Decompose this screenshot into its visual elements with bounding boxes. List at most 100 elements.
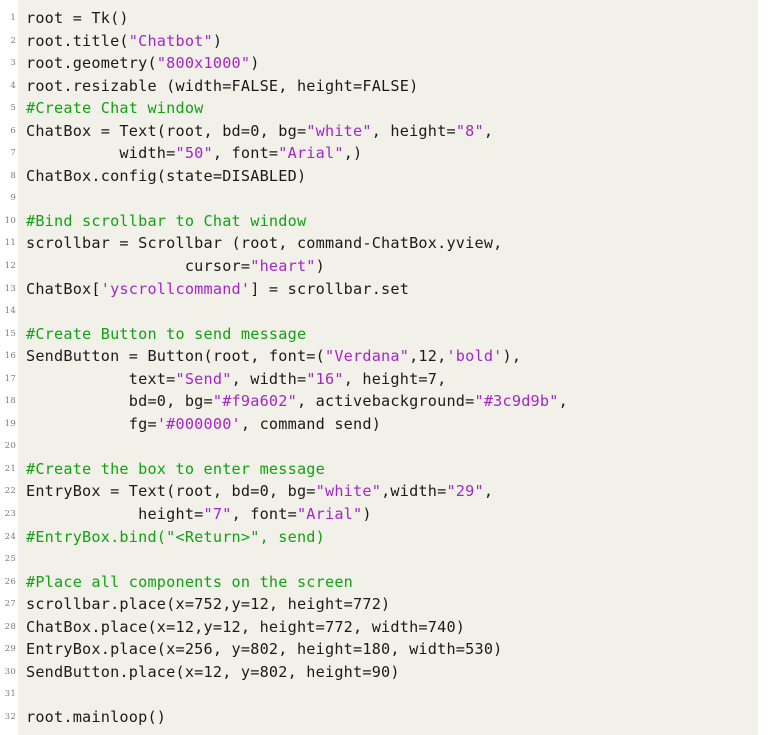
line-number: 30 bbox=[4, 666, 16, 677]
code-token-str: "Chatbot" bbox=[128, 31, 213, 50]
code-line-text: ChatBox.place(x=12,y=12, height=772, wid… bbox=[26, 616, 465, 639]
code-token-plain: ,width= bbox=[381, 482, 447, 501]
code-line: 28 ChatBox.place(x=12,y=12, height=772, w… bbox=[0, 616, 768, 639]
code-token-str: '#000000' bbox=[156, 414, 241, 433]
code-token-plain: , height=7, bbox=[343, 369, 447, 388]
code-line: 24 #EntryBox.bind("<Return>", send) bbox=[0, 526, 768, 549]
code-token-plain: ChatBox.config(state=DISABLED) bbox=[26, 166, 307, 185]
code-line-text: ChatBox['yscrollcommand'] = scrollbar.se… bbox=[26, 278, 409, 301]
line-number: 32 bbox=[4, 711, 16, 722]
line-number: 8 bbox=[10, 170, 16, 181]
code-token-plain: ,) bbox=[343, 144, 363, 163]
code-line: 11 scrollbar = Scrollbar (root, command-C… bbox=[0, 232, 768, 255]
line-number: 18 bbox=[4, 396, 16, 407]
code-token-cmt: #Place all components on the screen bbox=[26, 572, 354, 591]
code-line: 20 bbox=[0, 435, 768, 458]
code-token-plain: fg= bbox=[26, 414, 157, 433]
code-token-plain: , width= bbox=[231, 369, 307, 388]
code-token-plain: ChatBox.place(x=12,y=12, height=772, wid… bbox=[26, 617, 466, 636]
code-line: 12 cursor="heart") bbox=[0, 255, 768, 278]
code-token-plain: EntryBox = Text(root, bd=0, bg= bbox=[26, 482, 316, 501]
code-token-plain: bd=0, bg= bbox=[26, 392, 213, 411]
code-token-plain: SendButton = Button(root, font=( bbox=[26, 347, 325, 366]
line-number: 22 bbox=[4, 486, 16, 497]
code-line: 16 SendButton = Button(root, font=("Verda… bbox=[0, 345, 768, 368]
code-token-plain: root.title( bbox=[26, 31, 129, 50]
code-token-str: "8" bbox=[455, 121, 484, 140]
code-token-str: "7" bbox=[203, 505, 232, 524]
code-line: 13 ChatBox['yscrollcommand'] = scrollbar.… bbox=[0, 278, 768, 301]
code-token-plain: text= bbox=[26, 369, 176, 388]
code-token-str: "Arial" bbox=[296, 505, 363, 524]
code-line: 17 text="Send", width="16", height=7, bbox=[0, 368, 768, 391]
line-number: 9 bbox=[10, 193, 16, 204]
line-number: 23 bbox=[4, 509, 16, 520]
code-token-plain: scrollbar.place(x=752,y=12, height=772) bbox=[26, 595, 391, 614]
line-number: 15 bbox=[4, 328, 16, 339]
line-number: 20 bbox=[4, 441, 16, 452]
code-token-str: "800x1000" bbox=[156, 54, 251, 73]
code-token-plain: scrollbar = Scrollbar (root, command-Cha… bbox=[26, 234, 503, 253]
code-token-plain: ) bbox=[362, 505, 372, 524]
code-line-text: text="Send", width="16", height=7, bbox=[26, 368, 447, 391]
code-line: 15 #Create Button to send message bbox=[0, 323, 768, 346]
line-number: 14 bbox=[4, 306, 16, 317]
code-line-text: root.geometry("800x1000") bbox=[26, 52, 260, 75]
line-number: 17 bbox=[4, 373, 16, 384]
code-token-str: 'bold' bbox=[446, 347, 503, 366]
code-token-cmt: #Bind scrollbar to Chat window bbox=[26, 211, 307, 230]
code-token-plain: root = Tk() bbox=[26, 9, 129, 27]
line-number: 31 bbox=[4, 689, 16, 700]
code-line-text: cursor="heart") bbox=[26, 255, 325, 278]
code-token-plain: ) bbox=[250, 54, 260, 73]
code-token-plain: ) bbox=[315, 257, 325, 276]
line-number: 28 bbox=[4, 621, 16, 632]
code-line-text: root = Tk() bbox=[26, 7, 129, 30]
code-token-plain: root.geometry( bbox=[26, 54, 157, 73]
code-token-plain: , bbox=[483, 121, 494, 140]
code-line-text: EntryBox = Text(root, bd=0, bg="white",w… bbox=[26, 480, 493, 503]
code-token-plain: , bbox=[483, 482, 494, 501]
code-line-text: #Create the box to enter message bbox=[26, 458, 325, 481]
line-number: 27 bbox=[4, 599, 16, 610]
code-line: 2 root.title("Chatbot") bbox=[0, 30, 768, 53]
code-line-text: EntryBox.place(x=256, y=802, height=180,… bbox=[26, 638, 503, 661]
code-token-cmt: #Create Chat window bbox=[26, 99, 204, 118]
code-line-text: root.title("Chatbot") bbox=[26, 30, 222, 53]
code-token-plain: EntryBox.place(x=256, y=802, height=180,… bbox=[26, 640, 503, 659]
code-token-plain: ,12, bbox=[409, 347, 447, 366]
code-line: 27 scrollbar.place(x=752,y=12, height=772… bbox=[0, 593, 768, 616]
code-token-plain: , font= bbox=[231, 505, 297, 524]
code-token-plain: ), bbox=[502, 347, 522, 366]
code-line: 6 ChatBox = Text(root, bd=0, bg="white", … bbox=[0, 120, 768, 143]
code-line-text: #Bind scrollbar to Chat window bbox=[26, 210, 306, 233]
code-token-str: 'yscrollcommand' bbox=[100, 279, 251, 298]
line-number: 3 bbox=[10, 58, 16, 69]
code-line: 21 #Create the box to enter message bbox=[0, 458, 768, 481]
code-line-text: root.resizable (width=FALSE, height=FALS… bbox=[26, 75, 418, 98]
line-number: 29 bbox=[4, 644, 16, 655]
code-line-text: scrollbar = Scrollbar (root, command-Cha… bbox=[26, 232, 503, 255]
code-line: 8 ChatBox.config(state=DISABLED) bbox=[0, 165, 768, 188]
code-line: 32 root.mainloop() bbox=[0, 706, 768, 729]
code-token-str: "white" bbox=[306, 121, 372, 140]
code-token-plain: root.resizable (width=FALSE, height=FALS… bbox=[26, 76, 419, 95]
line-number: 21 bbox=[4, 463, 16, 474]
code-token-plain: , command send) bbox=[240, 414, 382, 433]
code-token-plain: , bbox=[558, 392, 568, 411]
code-token-plain: SendButton.place(x=12, y=802, height=90) bbox=[26, 662, 400, 681]
code-token-plain: ) bbox=[212, 31, 223, 50]
code-line-text: SendButton.place(x=12, y=802, height=90) bbox=[26, 661, 400, 684]
line-number: 25 bbox=[4, 554, 16, 565]
code-line: 25 bbox=[0, 548, 768, 571]
code-token-str: "Send" bbox=[175, 369, 232, 388]
code-line-text: width="50", font="Arial",) bbox=[26, 142, 362, 165]
code-token-plain: , font= bbox=[212, 144, 279, 163]
code-line-text: fg='#000000', command send) bbox=[26, 413, 381, 436]
line-number: 13 bbox=[4, 283, 16, 294]
line-number: 7 bbox=[10, 148, 16, 159]
code-line-text: bd=0, bg="#f9a602", activebackground="#3… bbox=[26, 390, 568, 413]
line-number: 12 bbox=[4, 261, 16, 272]
line-number: 5 bbox=[10, 103, 16, 114]
code-line: 7 width="50", font="Arial",) bbox=[0, 142, 768, 165]
